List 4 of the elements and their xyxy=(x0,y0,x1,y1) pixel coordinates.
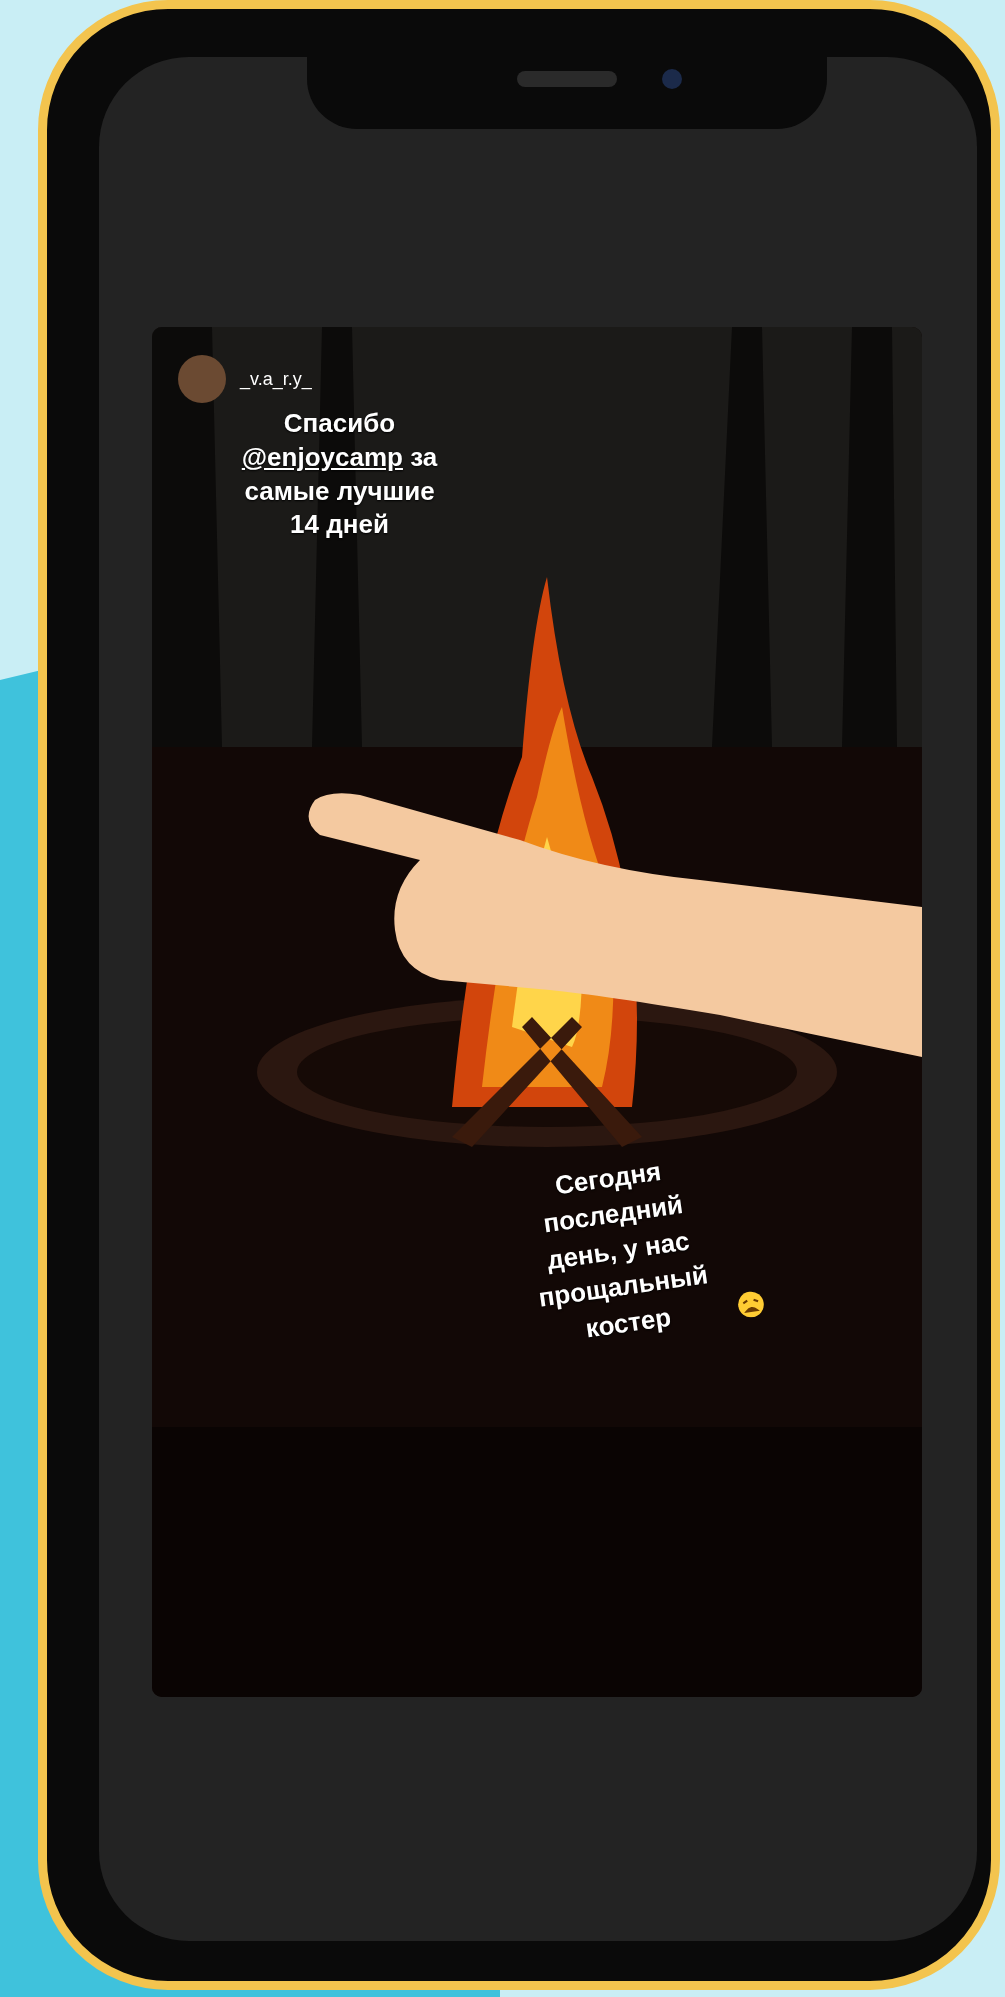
caption-text: Спасибо @enjoycamp за самые лучшие 14 дней xyxy=(240,407,439,542)
mention-link[interactable]: @enjoycamp xyxy=(241,441,403,472)
camera-dot xyxy=(662,69,682,89)
username[interactable]: _v.a_r.y_ xyxy=(240,368,312,390)
